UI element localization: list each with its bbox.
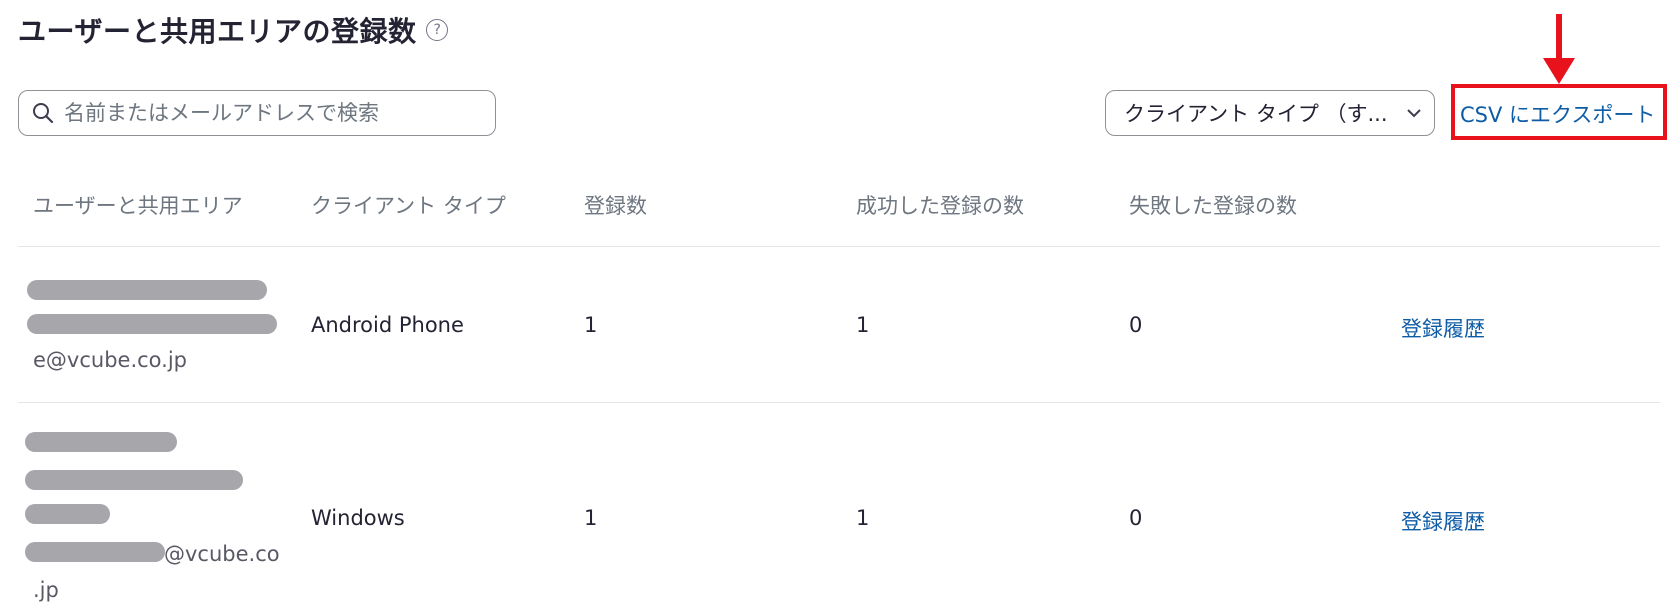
search-input[interactable] <box>62 100 466 126</box>
search-icon <box>33 103 54 124</box>
client-type-filter-label: クライアント タイプ （す... <box>1124 102 1386 126</box>
redacted-text <box>25 432 177 452</box>
failed-cell: 0 <box>1129 313 1143 337</box>
user-email-fragment: .jp <box>33 578 59 602</box>
client-type-cell: Android Phone <box>311 313 464 337</box>
table-divider <box>18 402 1660 403</box>
registration-history-link[interactable]: 登録履歴 <box>1401 313 1485 343</box>
chevron-down-icon <box>1407 109 1421 118</box>
redacted-text <box>25 504 110 524</box>
succeeded-cell: 1 <box>856 506 870 530</box>
help-icon[interactable]: ? <box>426 19 449 41</box>
failed-cell: 0 <box>1129 506 1143 530</box>
table-divider <box>18 246 1660 247</box>
column-header-failed: 失敗した登録の数 <box>1129 194 1297 218</box>
page-title: ユーザーと共用エリアの登録数 ? <box>18 10 449 50</box>
column-header-registrations: 登録数 <box>584 194 647 218</box>
redacted-text <box>25 542 165 562</box>
client-type-cell: Windows <box>311 506 405 530</box>
client-type-filter-dropdown[interactable]: クライアント タイプ （す... <box>1105 90 1435 136</box>
column-header-succeeded: 成功した登録の数 <box>856 194 1024 218</box>
registrations-cell: 1 <box>584 506 598 530</box>
red-arrow-annotation <box>1543 14 1575 84</box>
redacted-text <box>27 280 267 300</box>
column-header-client-type: クライアント タイプ <box>311 194 506 218</box>
search-field[interactable] <box>18 90 496 136</box>
registration-history-link[interactable]: 登録履歴 <box>1401 506 1485 536</box>
user-email-fragment: e@vcube.co.jp <box>33 348 187 372</box>
succeeded-cell: 1 <box>856 313 870 337</box>
registrations-cell: 1 <box>584 313 598 337</box>
redacted-text <box>25 470 243 490</box>
export-csv-link[interactable]: CSV にエクスポート <box>1460 99 1655 129</box>
column-header-user: ユーザーと共用エリア <box>33 194 243 218</box>
page-title-text: ユーザーと共用エリアの登録数 <box>18 15 417 48</box>
redacted-text <box>27 314 277 334</box>
user-email-fragment: @vcube.co <box>164 542 280 566</box>
